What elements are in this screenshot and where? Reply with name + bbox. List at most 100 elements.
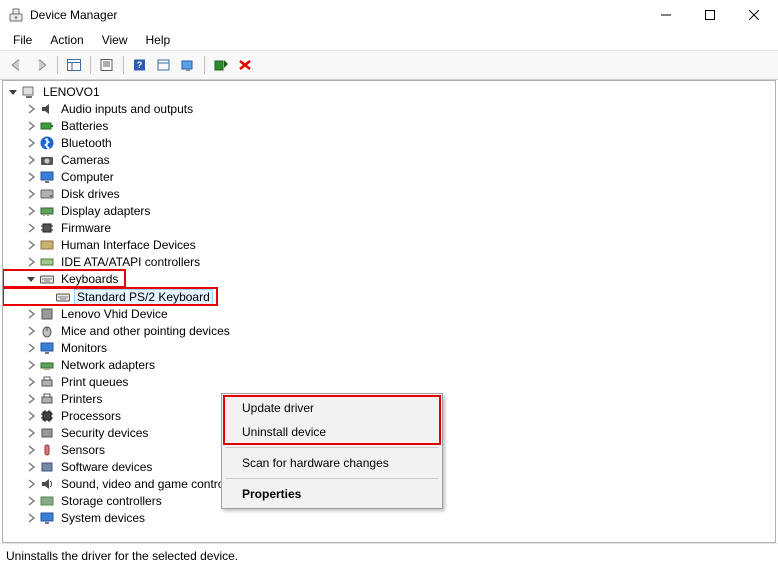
add-legacy-button[interactable] [210, 54, 232, 76]
uninstall-button-toolbar[interactable] [234, 54, 256, 76]
chevron-right-icon[interactable] [25, 342, 37, 354]
category-audio[interactable]: Audio inputs and outputs [3, 100, 775, 117]
category-label: Security devices [59, 426, 150, 440]
storage-icon [39, 493, 55, 509]
menu-action[interactable]: Action [43, 31, 90, 49]
titlebar: Device Manager [0, 0, 778, 30]
chevron-right-icon[interactable] [25, 427, 37, 439]
chevron-right-icon[interactable] [25, 478, 37, 490]
software-icon [39, 459, 55, 475]
chevron-right-icon[interactable] [25, 256, 37, 268]
cpu-icon [39, 408, 55, 424]
category-label: Keyboards [59, 272, 120, 286]
chevron-right-icon[interactable] [25, 308, 37, 320]
ide-icon [39, 254, 55, 270]
printer-icon [39, 391, 55, 407]
chevron-right-icon[interactable] [25, 103, 37, 115]
chevron-right-icon[interactable] [25, 205, 37, 217]
sound-icon [39, 476, 55, 492]
category-mice[interactable]: Mice and other pointing devices [3, 322, 775, 339]
menu-file[interactable]: File [6, 31, 39, 49]
menu-view[interactable]: View [95, 31, 135, 49]
chevron-right-icon[interactable] [25, 444, 37, 456]
app-icon [8, 7, 24, 23]
category-monitors[interactable]: Monitors [3, 339, 775, 356]
category-hid[interactable]: Human Interface Devices [3, 236, 775, 253]
chevron-right-icon[interactable] [25, 222, 37, 234]
category-label: Computer [59, 170, 116, 184]
minimize-button[interactable] [644, 0, 688, 30]
chevron-right-icon[interactable] [25, 410, 37, 422]
chevron-right-icon[interactable] [25, 495, 37, 507]
monitor-icon [39, 340, 55, 356]
properties-button[interactable] [96, 54, 118, 76]
context-menu: Update driver Uninstall device Scan for … [221, 393, 443, 509]
chevron-right-icon[interactable] [25, 512, 37, 524]
keyboard-icon [55, 289, 71, 305]
chevron-right-icon[interactable] [25, 239, 37, 251]
category-label: Lenovo Vhid Device [59, 307, 170, 321]
chevron-right-icon[interactable] [25, 376, 37, 388]
category-display[interactable]: Display adapters [3, 202, 775, 219]
statusbar: Uninstalls the driver for the selected d… [0, 543, 778, 568]
maximize-button[interactable] [688, 0, 732, 30]
category-bluetooth[interactable]: Bluetooth [3, 134, 775, 151]
display-adapter-icon [39, 203, 55, 219]
disk-icon [39, 186, 55, 202]
chevron-right-icon[interactable] [25, 137, 37, 149]
back-button[interactable] [6, 54, 28, 76]
category-label: Printers [59, 392, 104, 406]
category-label: IDE ATA/ATAPI controllers [59, 255, 202, 269]
battery-icon [39, 118, 55, 134]
window-title: Device Manager [30, 8, 644, 22]
category-label: Storage controllers [59, 494, 164, 508]
chevron-right-icon[interactable] [25, 171, 37, 183]
ctx-update-driver[interactable]: Update driver [224, 396, 440, 420]
statusbar-text: Uninstalls the driver for the selected d… [6, 549, 238, 563]
camera-icon [39, 152, 55, 168]
device-label: Standard PS/2 Keyboard [75, 290, 212, 304]
chevron-right-icon[interactable] [25, 120, 37, 132]
toolbar: ? [0, 50, 778, 80]
close-button[interactable] [732, 0, 776, 30]
show-hide-tree-button[interactable] [63, 54, 85, 76]
ctx-scan-hardware[interactable]: Scan for hardware changes [224, 451, 440, 475]
category-computer[interactable]: Computer [3, 168, 775, 185]
action-toolbar-button-1[interactable] [153, 54, 175, 76]
category-cameras[interactable]: Cameras [3, 151, 775, 168]
help-button[interactable]: ? [129, 54, 151, 76]
tree-root[interactable]: LENOVO1 [3, 83, 775, 100]
chevron-right-icon[interactable] [25, 188, 37, 200]
chevron-right-icon[interactable] [25, 154, 37, 166]
monitor-icon [39, 169, 55, 185]
category-batteries[interactable]: Batteries [3, 117, 775, 134]
forward-button[interactable] [30, 54, 52, 76]
chevron-down-icon[interactable] [25, 273, 37, 285]
speaker-icon [39, 101, 55, 117]
chip-icon [39, 220, 55, 236]
device-standard-ps2-keyboard[interactable]: Standard PS/2 Keyboard [3, 288, 217, 305]
menu-help[interactable]: Help [139, 31, 178, 49]
chevron-right-icon[interactable] [25, 325, 37, 337]
category-label: Software devices [59, 460, 154, 474]
category-lenovo-vhid[interactable]: Lenovo Vhid Device [3, 305, 775, 322]
scan-hardware-button[interactable] [177, 54, 199, 76]
ctx-properties[interactable]: Properties [224, 482, 440, 506]
category-label: Firmware [59, 221, 113, 235]
category-keyboards[interactable]: Keyboards [3, 270, 125, 287]
category-network[interactable]: Network adapters [3, 356, 775, 373]
category-disk[interactable]: Disk drives [3, 185, 775, 202]
category-ide[interactable]: IDE ATA/ATAPI controllers [3, 253, 775, 270]
computer-root-icon [21, 84, 37, 100]
category-printqueues[interactable]: Print queues [3, 373, 775, 390]
chevron-right-icon[interactable] [25, 461, 37, 473]
category-system[interactable]: System devices [3, 509, 775, 526]
ctx-uninstall-device[interactable]: Uninstall device [224, 420, 440, 444]
chevron-right-icon[interactable] [25, 359, 37, 371]
category-label: Sensors [59, 443, 107, 457]
category-label: Human Interface Devices [59, 238, 198, 252]
category-firmware[interactable]: Firmware [3, 219, 775, 236]
mouse-icon [39, 323, 55, 339]
chevron-down-icon[interactable] [7, 86, 19, 98]
chevron-right-icon[interactable] [25, 393, 37, 405]
